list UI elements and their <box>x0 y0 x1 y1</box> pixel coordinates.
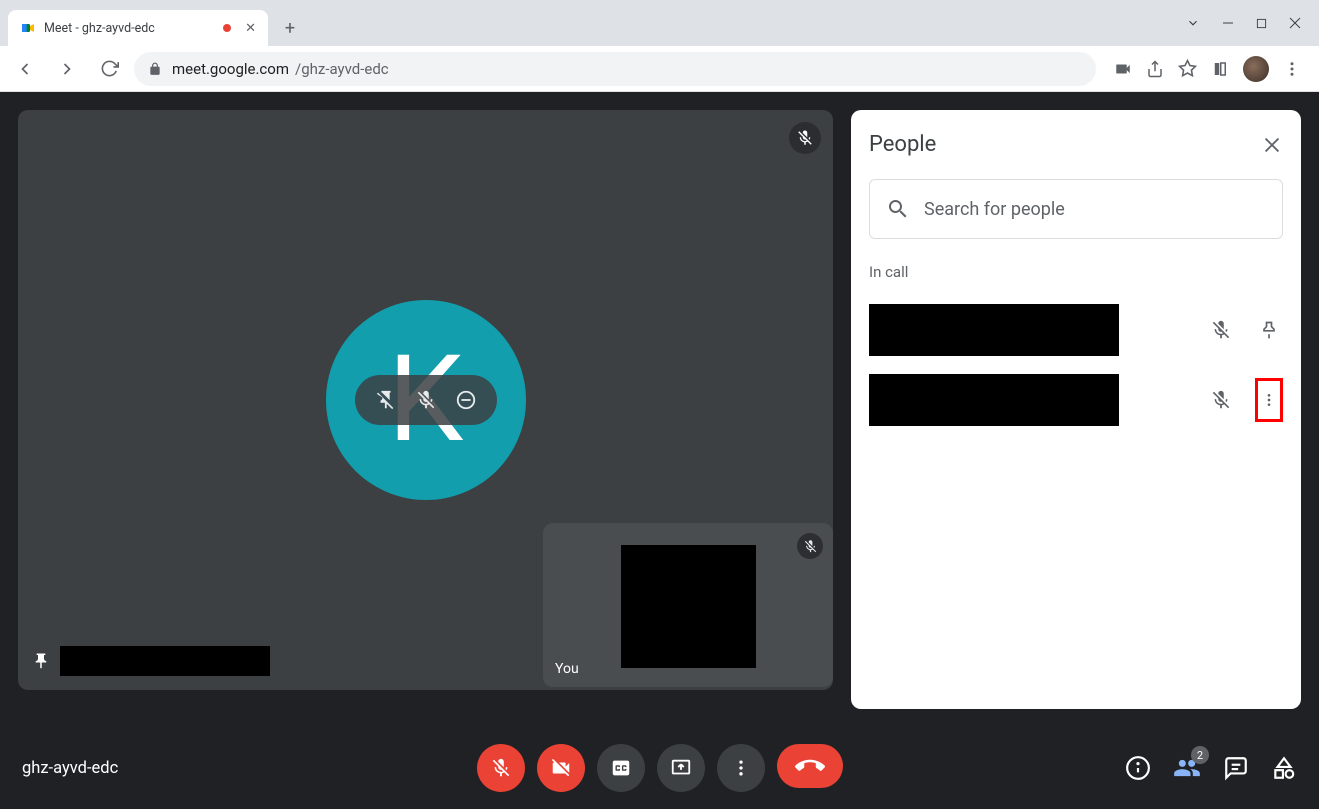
remove-participant-icon[interactable] <box>455 389 477 411</box>
search-people-input[interactable]: Search for people <box>869 179 1283 239</box>
person-more-actions-icon[interactable] <box>1255 378 1283 422</box>
meet-app: K You People <box>0 92 1319 809</box>
participant-muted-icon <box>789 122 821 154</box>
hangup-button[interactable] <box>777 744 843 788</box>
chat-icon[interactable] <box>1223 755 1249 781</box>
reading-list-icon[interactable] <box>1211 60 1229 78</box>
video-area: K You <box>0 92 851 809</box>
search-placeholder: Search for people <box>924 199 1065 220</box>
browser-tab-strip: Meet - ghz-ayvd-edc ✕ + <box>0 0 1319 46</box>
person-muted-icon[interactable] <box>1207 319 1235 341</box>
right-controls: 2 <box>1125 754 1297 782</box>
in-call-label: In call <box>869 263 1283 281</box>
participant-hover-controls <box>355 375 497 425</box>
panel-title: People <box>869 132 936 157</box>
self-view-tile[interactable]: You <box>543 523 833 687</box>
search-icon <box>886 197 910 221</box>
participant-avatar: K <box>326 300 526 500</box>
person-name-redacted <box>869 304 1119 356</box>
meet-favicon <box>20 20 36 36</box>
mic-toggle-button[interactable] <box>477 744 525 792</box>
mute-participant-icon[interactable] <box>415 389 437 411</box>
person-row <box>869 371 1283 429</box>
meeting-code: ghz-ayvd-edc <box>22 759 118 778</box>
participant-name-redacted <box>60 646 270 676</box>
self-muted-icon <box>797 533 823 559</box>
pinned-indicator <box>32 646 270 676</box>
close-window-icon[interactable] <box>1289 17 1301 29</box>
camera-toggle-button[interactable] <box>537 744 585 792</box>
bookmark-icon[interactable] <box>1178 59 1197 78</box>
people-panel: People Search for people In call <box>851 110 1301 709</box>
self-video-redacted <box>621 545 756 668</box>
minimize-icon[interactable] <box>1222 17 1234 29</box>
share-icon[interactable] <box>1146 60 1164 78</box>
activities-icon[interactable] <box>1271 755 1297 781</box>
more-options-button[interactable] <box>717 744 765 792</box>
maximize-icon[interactable] <box>1256 18 1267 29</box>
url-host: meet.google.com <box>172 60 289 78</box>
address-bar[interactable]: meet.google.com/ghz-ayvd-edc <box>134 52 1096 86</box>
browser-toolbar: meet.google.com/ghz-ayvd-edc <box>0 46 1319 92</box>
camera-indicator-icon[interactable] <box>1114 60 1132 78</box>
meeting-details-icon[interactable] <box>1125 755 1151 781</box>
reload-button[interactable] <box>92 52 126 86</box>
forward-button[interactable] <box>50 52 84 86</box>
person-name-redacted <box>869 374 1119 426</box>
new-tab-button[interactable]: + <box>276 14 304 42</box>
lock-icon <box>148 62 162 76</box>
person-row <box>869 301 1283 359</box>
tab-title: Meet - ghz-ayvd-edc <box>44 21 155 36</box>
people-count-badge: 2 <box>1191 746 1209 764</box>
browser-tab[interactable]: Meet - ghz-ayvd-edc ✕ <box>8 10 268 46</box>
call-controls-bar: ghz-ayvd-edc 2 <box>0 727 1319 809</box>
person-muted-icon[interactable] <box>1207 389 1235 411</box>
close-panel-icon[interactable] <box>1261 134 1283 156</box>
self-label: You <box>555 661 579 677</box>
unpin-icon[interactable] <box>375 389 397 411</box>
window-controls <box>1186 0 1319 46</box>
captions-button[interactable] <box>597 744 645 792</box>
chevron-down-icon[interactable] <box>1186 16 1200 30</box>
profile-avatar[interactable] <box>1243 56 1269 82</box>
back-button[interactable] <box>8 52 42 86</box>
browser-menu-icon[interactable] <box>1283 60 1301 78</box>
people-icon[interactable]: 2 <box>1173 754 1201 782</box>
close-tab-icon[interactable]: ✕ <box>245 21 256 36</box>
present-button[interactable] <box>657 744 705 792</box>
url-path: /ghz-ayvd-edc <box>295 60 389 78</box>
pin-person-icon[interactable] <box>1255 320 1283 340</box>
center-controls <box>477 744 843 792</box>
recording-indicator-icon <box>223 24 231 32</box>
